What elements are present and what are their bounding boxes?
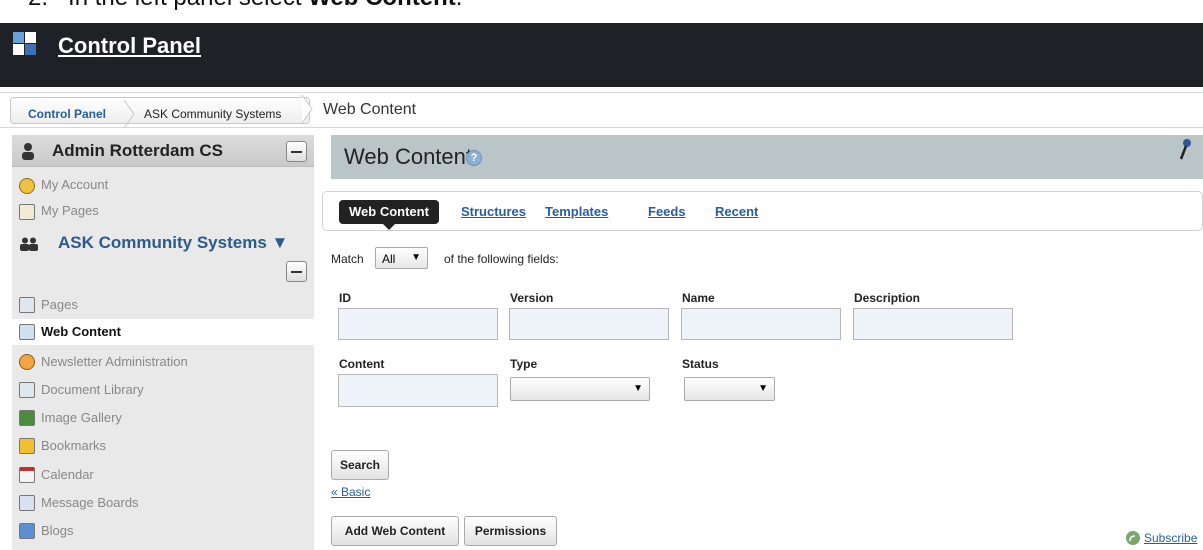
status-label: Status: [682, 357, 719, 371]
sidebar-item-label: Bookmarks: [41, 438, 107, 453]
subscribe-link[interactable]: Subscribe: [1144, 531, 1197, 545]
description-input[interactable]: [853, 308, 1013, 340]
id-input[interactable]: [338, 308, 498, 340]
pages-icon: [19, 204, 35, 220]
name-label: Name: [682, 291, 715, 305]
breadcrumb-ask-community[interactable]: ASK Community Systems: [144, 107, 281, 121]
match-label: Match: [331, 252, 364, 266]
configuration-wrench-icon[interactable]: [1177, 139, 1193, 161]
match-row: Match All ▼ of the following fields:: [331, 246, 731, 270]
control-panel-logo-icon: [13, 32, 37, 56]
chevron-down-icon: ▼: [411, 252, 421, 263]
breadcrumb-control-panel[interactable]: Control Panel: [28, 107, 106, 121]
match-suffix: of the following fields:: [444, 252, 559, 266]
image-gallery-icon: [19, 410, 35, 426]
site-group-name: ASK Community Systems ▼: [58, 233, 289, 252]
web-content-icon: [19, 324, 35, 340]
add-web-content-button[interactable]: Add Web Content: [331, 516, 459, 546]
sidebar-item-label: Document Library: [41, 382, 144, 397]
type-label: Type: [510, 357, 538, 371]
help-icon[interactable]: ?: [466, 150, 482, 166]
search-button[interactable]: Search: [331, 450, 389, 480]
breadcrumb: Control Panel ASK Community Systems Web …: [0, 92, 1203, 128]
content-label: Content: [339, 357, 385, 371]
breadcrumb-box: Control Panel ASK Community Systems: [10, 97, 310, 128]
sidebar-item-web-content[interactable]: Web Content: [12, 319, 328, 345]
calendar-icon: [19, 467, 35, 483]
sidebar-item-label: Calendar: [41, 467, 94, 482]
tab-templates[interactable]: Templates: [545, 204, 608, 219]
sidebar-item-calendar[interactable]: Calendar: [12, 462, 314, 488]
instruction-prefix: In the left panel select: [68, 0, 308, 11]
chevron-down-icon: ▼: [633, 383, 643, 394]
control-panel-title-link[interactable]: Control Panel: [58, 33, 201, 59]
control-panel-header: Control Panel: [0, 23, 1203, 87]
community-icon: [20, 237, 38, 251]
document-library-icon: [19, 382, 35, 398]
sidebar-item-pages[interactable]: Pages: [12, 292, 314, 318]
instruction-suffix: .: [456, 0, 463, 11]
sidebar-item-blogs[interactable]: Blogs: [12, 518, 314, 544]
breadcrumb-separator-icon: [301, 95, 313, 123]
breadcrumb-separator-icon: [123, 100, 135, 128]
status-select[interactable]: ▼: [684, 377, 775, 401]
sidebar-item-label: My Pages: [41, 203, 99, 218]
page-title: Web Content: [344, 144, 473, 169]
sidebar-item-label: Blogs: [41, 523, 74, 538]
sidebar-item-label: Pages: [41, 297, 78, 312]
user-panel-header[interactable]: Admin Rotterdam CS: [12, 135, 314, 167]
left-panel: Admin Rotterdam CS My Account My Pages A…: [12, 135, 328, 550]
pages-icon: [19, 297, 35, 313]
blogs-icon: [19, 523, 35, 539]
chevron-down-icon: ▼: [758, 383, 768, 394]
basic-search-link[interactable]: « Basic: [331, 485, 370, 499]
match-select[interactable]: All ▼: [375, 247, 428, 269]
name-input[interactable]: [681, 308, 841, 340]
portlet-header: Web Content ?: [331, 135, 1203, 179]
user-name: Admin Rotterdam CS: [52, 141, 223, 160]
sidebar-item-label: My Account: [41, 177, 109, 192]
version-input[interactable]: [509, 308, 669, 340]
tab-recent[interactable]: Recent: [715, 204, 758, 219]
site-group-header[interactable]: ASK Community Systems ▼: [12, 232, 314, 256]
id-label: ID: [339, 291, 351, 305]
instruction-step: 2.: [28, 0, 48, 11]
sidebar-item-message-boards[interactable]: Message Boards: [12, 490, 314, 516]
subscribe-icon: [1126, 531, 1140, 545]
account-icon: [19, 178, 35, 194]
collapse-site-panel-button[interactable]: [286, 261, 307, 282]
sidebar-item-label: Web Content: [41, 324, 121, 339]
instruction-text: 2. In the left panel select Web Content.: [0, 0, 1203, 23]
tab-structures[interactable]: Structures: [461, 204, 526, 219]
collapse-user-panel-button[interactable]: [286, 141, 307, 162]
sidebar-item-my-account[interactable]: My Account: [12, 173, 314, 199]
match-select-value: All: [382, 252, 396, 266]
permissions-button[interactable]: Permissions: [464, 516, 557, 546]
subscribe-area[interactable]: Subscribe: [1125, 530, 1203, 550]
newsletter-icon: [19, 354, 35, 370]
tab-web-content[interactable]: Web Content: [339, 200, 439, 230]
sidebar-item-image-gallery[interactable]: Image Gallery: [12, 405, 314, 431]
user-icon: [22, 143, 34, 160]
type-select[interactable]: ▼: [510, 377, 650, 401]
tab-feeds[interactable]: Feeds: [648, 204, 686, 219]
sidebar-item-document-library[interactable]: Document Library: [12, 377, 314, 403]
sidebar-item-label: Newsletter Administration: [41, 354, 188, 369]
instruction-bold: Web Content: [308, 0, 456, 11]
sidebar-item-newsletter[interactable]: Newsletter Administration: [12, 349, 314, 375]
sidebar-item-bookmarks[interactable]: Bookmarks: [12, 433, 314, 459]
breadcrumb-web-content: Web Content: [323, 101, 417, 118]
message-boards-icon: [19, 495, 35, 511]
sidebar-item-my-pages[interactable]: My Pages: [12, 199, 314, 225]
content-input[interactable]: [338, 374, 498, 407]
description-label: Description: [854, 291, 921, 305]
version-label: Version: [510, 291, 554, 305]
sidebar-item-label: Image Gallery: [41, 410, 122, 425]
tab-bar: Web Content Structures Templates Feeds R…: [322, 191, 1203, 231]
sidebar-item-label: Message Boards: [41, 495, 139, 510]
bookmarks-icon: [19, 438, 35, 454]
